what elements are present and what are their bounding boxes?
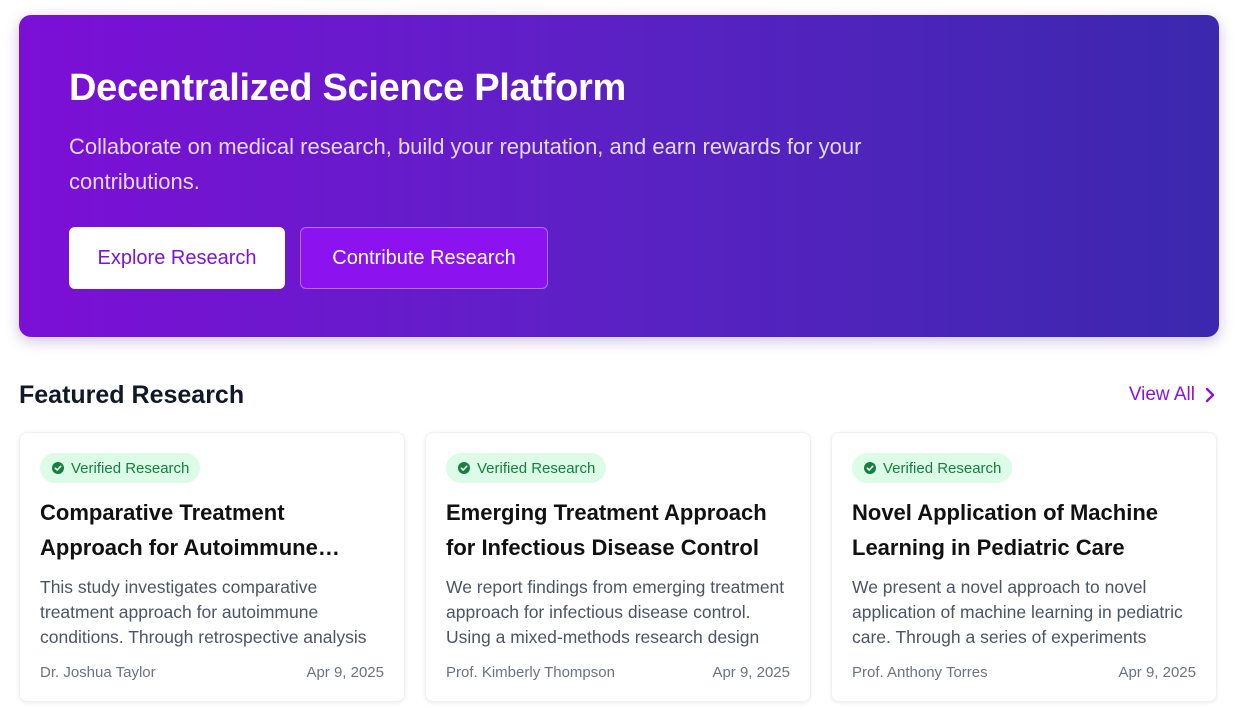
card-meta: Prof. Anthony Torres Apr 9, 2025: [852, 664, 1196, 681]
hero-banner: Decentralized Science Platform Collabora…: [19, 15, 1219, 337]
check-circle-icon: [52, 462, 64, 474]
check-circle-icon: [864, 462, 876, 474]
card-title[interactable]: Comparative Treatment Approach for Autoi…: [40, 495, 384, 565]
hero-title: Decentralized Science Platform: [69, 67, 626, 109]
research-card[interactable]: Verified Research Novel Application of M…: [831, 432, 1217, 702]
card-author: Dr. Joshua Taylor: [40, 664, 156, 681]
hero-actions: Explore Research Contribute Research: [69, 227, 1169, 289]
contribute-research-button[interactable]: Contribute Research: [300, 227, 548, 289]
card-description: This study investigates comparative trea…: [40, 577, 367, 647]
card-title[interactable]: Emerging Treatment Approach for Infectio…: [446, 495, 790, 565]
card-description: We report findings from emerging treatme…: [446, 577, 785, 647]
view-all-link[interactable]: View All: [1129, 384, 1219, 406]
research-card[interactable]: Verified Research Comparative Treatment …: [19, 432, 405, 702]
chevron-right-icon: [1205, 387, 1215, 403]
card-date: Apr 9, 2025: [306, 664, 384, 681]
section-title: Featured Research: [19, 380, 245, 409]
card-date: Apr 9, 2025: [712, 664, 790, 681]
verified-badge: Verified Research: [852, 453, 1013, 483]
card-description: We present a novel approach to novel app…: [852, 577, 1183, 647]
check-circle-icon: [458, 462, 470, 474]
card-date: Apr 9, 2025: [1118, 664, 1196, 681]
research-card[interactable]: Verified Research Emerging Treatment App…: [425, 432, 811, 702]
card-title[interactable]: Novel Application of Machine Learning in…: [852, 495, 1196, 565]
view-all-label: View All: [1128, 384, 1195, 405]
hero-subtitle: Collaborate on medical research, build y…: [69, 134, 862, 194]
featured-research-header: Featured Research View All: [19, 377, 1219, 413]
explore-research-button[interactable]: Explore Research: [69, 227, 285, 289]
verified-badge: Verified Research: [40, 453, 201, 483]
verified-badge: Verified Research: [446, 453, 607, 483]
badge-label: Verified Research: [477, 459, 596, 477]
card-author: Prof. Anthony Torres: [852, 664, 988, 681]
card-meta: Dr. Joshua Taylor Apr 9, 2025: [40, 664, 384, 681]
badge-label: Verified Research: [883, 459, 1002, 477]
card-author: Prof. Kimberly Thompson: [446, 664, 615, 681]
featured-research-list: Verified Research Comparative Treatment …: [19, 432, 1219, 702]
badge-label: Verified Research: [71, 459, 190, 477]
card-meta: Prof. Kimberly Thompson Apr 9, 2025: [446, 664, 790, 681]
